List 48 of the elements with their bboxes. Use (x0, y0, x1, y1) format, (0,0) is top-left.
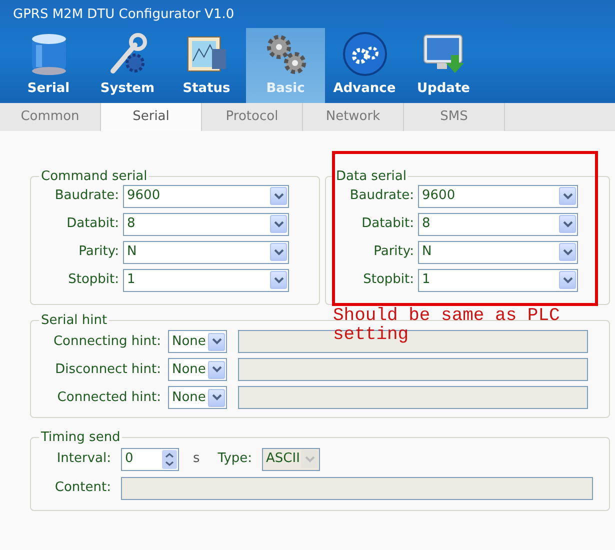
field-label: Stopbit: (67, 271, 119, 290)
field-label: Interval: (56, 450, 111, 468)
dropdown[interactable]: 9600 (418, 184, 578, 208)
field-label: Databit: (66, 215, 119, 234)
field-label: Connected hint: (56, 388, 161, 407)
dropdown[interactable]: 8 (418, 212, 578, 236)
text-field[interactable] (121, 476, 593, 500)
tab[interactable]: Network (303, 103, 404, 131)
dropdown[interactable]: None (168, 386, 227, 409)
dropdown[interactable]: 9600 (123, 184, 289, 208)
toolbar-button[interactable]: System (88, 28, 167, 103)
field-label: Databit: (360, 215, 414, 234)
number-spinner[interactable]: 0 (121, 448, 179, 470)
window-title: GPRS M2M DTU Configurator V1.0 (12, 6, 236, 24)
field-label: Disconnect hint: (54, 360, 161, 379)
tab[interactable]: Protocol (202, 103, 303, 131)
tab[interactable]: Common (0, 103, 101, 131)
field-label: Content: (54, 479, 111, 498)
tab[interactable]: Serial (101, 103, 202, 131)
group-title: Command serial (40, 168, 148, 186)
text-field[interactable] (238, 358, 588, 381)
field-label: Baudrate: (348, 187, 414, 206)
dropdown[interactable]: None (168, 330, 227, 353)
toolbar-button[interactable]: Serial (9, 28, 88, 103)
spin-arrows-icon (162, 450, 177, 468)
gears-icon (342, 30, 388, 76)
field-label: Connecting hint: (52, 332, 161, 351)
field-label: Baudrate: (54, 187, 119, 206)
group-title: Timing send (40, 429, 122, 447)
dropdown[interactable]: N (123, 240, 289, 264)
group-title: Data serial (335, 168, 408, 186)
field-label: Type: (218, 450, 252, 468)
group-title: Serial hint (40, 312, 108, 330)
unit-label: s (193, 450, 200, 468)
dropdown[interactable]: N (418, 240, 578, 264)
annotation-text: Should be same as PLC setting (333, 307, 561, 345)
dropdown[interactable]: None (168, 358, 227, 381)
text-field[interactable] (238, 386, 588, 409)
field-label: Parity: (372, 243, 414, 262)
field-label: Stopbit: (362, 271, 414, 290)
toolbar-button[interactable]: Update (404, 28, 483, 103)
dropdown[interactable]: 8 (123, 212, 289, 236)
toolbar-button[interactable]: Advance (325, 28, 404, 103)
toolbar-button[interactable]: Status (167, 28, 246, 103)
dropdown[interactable]: 1 (418, 268, 578, 292)
dropdown[interactable]: 1 (123, 268, 289, 292)
field-label: Parity: (78, 243, 119, 262)
tab[interactable]: SMS (404, 103, 505, 131)
